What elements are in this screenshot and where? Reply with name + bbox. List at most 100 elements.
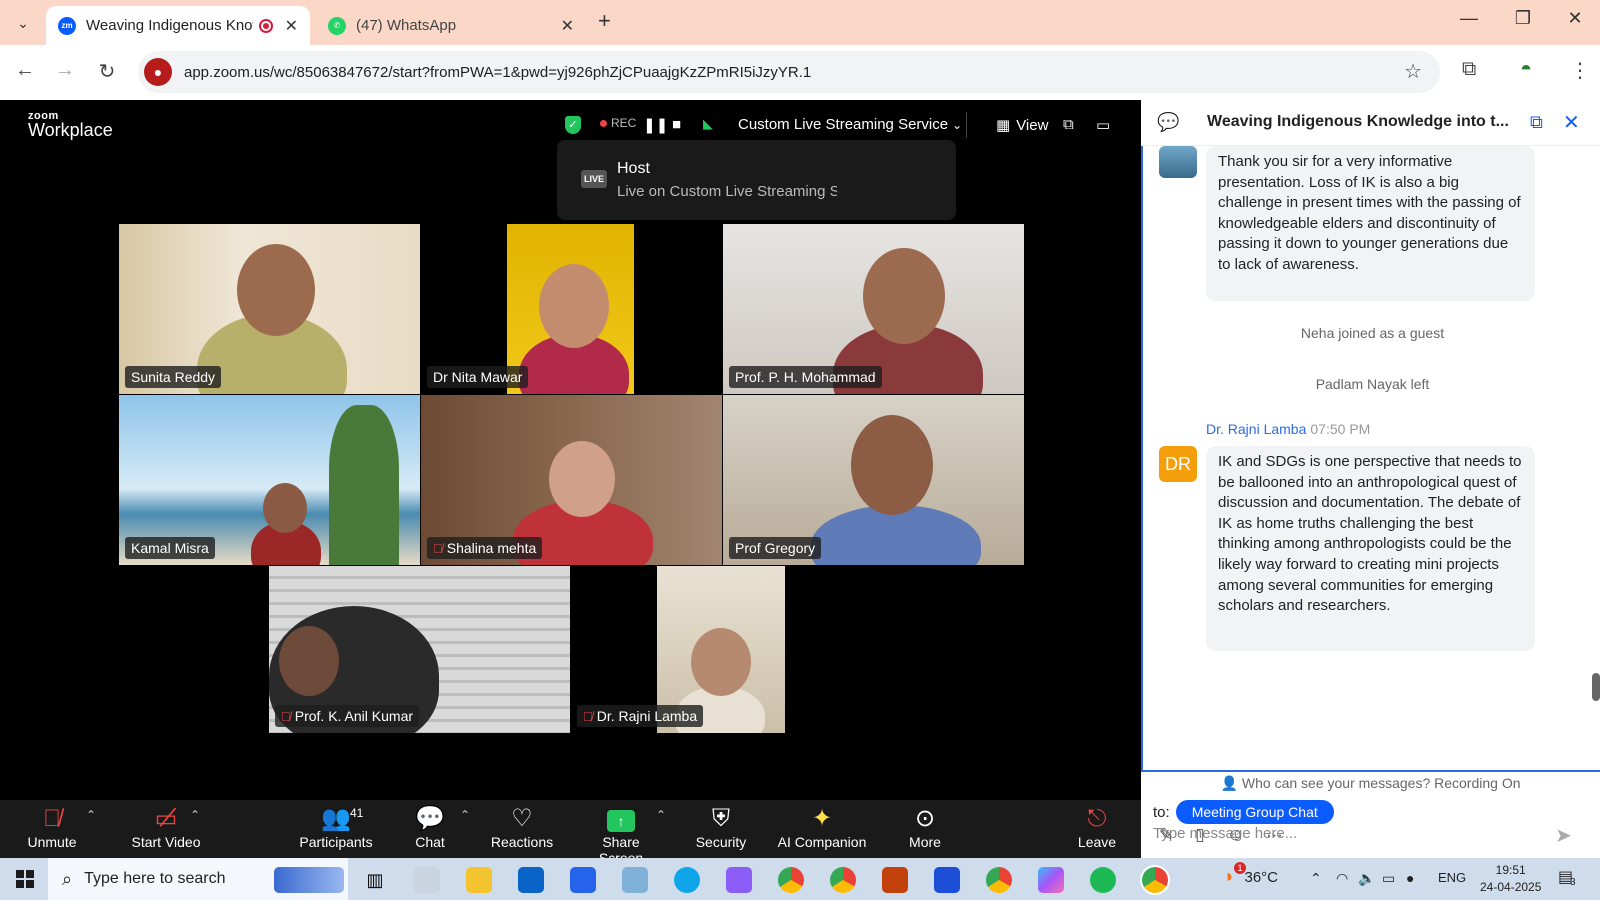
language-indicator[interactable]: ENG: [1438, 870, 1466, 885]
minimize-icon[interactable]: —: [1454, 8, 1484, 29]
participant-count-badge: 41: [350, 806, 364, 820]
extensions-puzzle-icon[interactable]: ⧉: [1462, 58, 1476, 81]
chrome-icon[interactable]: [830, 867, 856, 893]
muted-mic-icon: 🎙̸: [281, 708, 291, 724]
close-chat-icon[interactable]: ✕: [1563, 110, 1580, 135]
powerpoint-icon[interactable]: [882, 867, 908, 893]
chevron-down-icon: ⌄: [952, 117, 963, 132]
share-options-chevron-icon[interactable]: ⌃: [656, 808, 666, 822]
fullscreen-icon[interactable]: ▭: [1096, 116, 1110, 134]
app-icon[interactable]: [726, 867, 752, 893]
emoji-icon[interactable]: ☺: [1227, 825, 1244, 845]
app-icon[interactable]: [622, 867, 648, 893]
leave-button[interactable]: ⎋ Leave: [1076, 804, 1118, 850]
send-icon[interactable]: ➤: [1555, 823, 1572, 848]
edge-browser-icon[interactable]: [674, 867, 700, 893]
live-status-text: Live on Custom Live Streaming Se: [617, 183, 837, 200]
reactions-button[interactable]: ♡ Reactions: [490, 804, 554, 850]
wifi-icon[interactable]: ◠: [1336, 870, 1348, 887]
zoom-favicon-icon: zm: [58, 16, 76, 35]
stop-recording-icon[interactable]: ■: [672, 116, 681, 133]
tab-whatsapp[interactable]: ✆ (47) WhatsApp ✕: [316, 6, 586, 45]
omnibox[interactable]: ● app.zoom.us/wc/85063847672/start?fromP…: [138, 51, 1440, 93]
new-tab-plus-icon[interactable]: +: [598, 8, 611, 34]
video-tile-active-speaker[interactable]: Dr Nita Mawar: [421, 224, 722, 394]
profile-avatar-icon[interactable]: ◓: [1520, 58, 1532, 81]
paint-app-icon[interactable]: [414, 867, 440, 893]
notifications-icon[interactable]: ▤ 3: [1558, 867, 1576, 888]
close-tab-icon[interactable]: ✕: [285, 16, 298, 36]
weather-alert-badge: 1: [1234, 862, 1246, 874]
spotify-icon[interactable]: [1090, 867, 1116, 893]
video-tile[interactable]: Kamal Misra: [119, 395, 420, 565]
video-tile[interactable]: 🎙̸ Prof. K. Anil Kumar: [269, 566, 570, 733]
unmute-button[interactable]: 🎙̸ Unmute: [22, 804, 82, 850]
chat-button[interactable]: 💬 Chat: [408, 804, 452, 850]
encryption-shield-icon[interactable]: ✓: [565, 116, 581, 134]
outlook-icon[interactable]: [518, 867, 544, 893]
recipient-selector[interactable]: Meeting Group Chat: [1175, 800, 1334, 824]
word-icon[interactable]: [934, 867, 960, 893]
more-button[interactable]: ⊙ More: [904, 804, 946, 850]
chrome-icon[interactable]: [986, 867, 1012, 893]
microphone-tray-icon[interactable]: ●: [1406, 870, 1414, 886]
clock[interactable]: 19:51 24-04-2025: [1480, 862, 1541, 896]
windows-start-icon[interactable]: [16, 870, 34, 888]
picture-in-picture-icon[interactable]: ⧉: [1063, 116, 1074, 133]
reload-icon[interactable]: ↻: [94, 59, 120, 84]
video-tile[interactable]: 🎙̸ Shalina mehta: [421, 395, 722, 565]
browser-menu-icon[interactable]: ⋮: [1570, 58, 1590, 83]
live-host-label: Host: [617, 160, 650, 177]
pause-recording-icon[interactable]: ❚❚: [643, 116, 668, 134]
video-options-chevron-icon[interactable]: ⌃: [190, 808, 200, 822]
video-tile[interactable]: 🎙̸ Dr. Rajni Lamba: [571, 566, 785, 733]
window-close-icon[interactable]: ✕: [1560, 8, 1590, 29]
microphone-in-use-icon[interactable]: ●: [144, 58, 172, 86]
chat-icon: 💬: [1157, 112, 1180, 132]
more-options-icon[interactable]: ···: [1266, 825, 1283, 845]
message-visibility-note[interactable]: 👤 Who can see your messages? Recording On: [1141, 775, 1600, 792]
video-tile[interactable]: Prof. P. H. Mohammad: [723, 224, 1024, 394]
share-screen-button[interactable]: ↑ Share Screen: [580, 804, 662, 866]
ai-companion-button[interactable]: ✦ AI Companion: [776, 804, 868, 850]
system-message: Neha joined as a guest: [1300, 325, 1445, 341]
back-arrow-icon[interactable]: ←: [12, 59, 38, 82]
maximize-icon[interactable]: ❐: [1508, 8, 1538, 29]
store-icon[interactable]: [570, 867, 596, 893]
muted-mic-icon: 🎙̸: [43, 805, 61, 832]
task-view-icon[interactable]: ▥: [362, 867, 388, 893]
bookmark-star-icon[interactable]: ☆: [1404, 59, 1422, 84]
tab-zoom-meeting[interactable]: zm Weaving Indigenous Knowle ✕: [46, 6, 310, 45]
show-hidden-icons-chevron-icon[interactable]: ⌃: [1310, 870, 1322, 887]
participant-name: Prof. P. H. Mohammad: [729, 366, 882, 388]
more-dots-icon: ⊙: [914, 805, 936, 832]
format-text-icon[interactable]: ✎: [1159, 825, 1173, 845]
security-button[interactable]: ⛨ Security: [690, 804, 752, 850]
close-tab-icon[interactable]: ✕: [561, 16, 574, 36]
participant-name: Dr Nita Mawar: [427, 366, 529, 388]
chat-message-list[interactable]: Thank you sir for a very informative pre…: [1141, 146, 1600, 772]
video-tile[interactable]: Sunita Reddy: [119, 224, 420, 394]
copilot-icon[interactable]: [1038, 867, 1064, 893]
file-attach-icon[interactable]: ▯: [1195, 825, 1204, 845]
chrome-active-icon[interactable]: [1140, 865, 1170, 895]
volume-icon[interactable]: 🔈: [1358, 870, 1375, 887]
video-tile[interactable]: Prof Gregory: [723, 395, 1024, 565]
weather-widget[interactable]: ◗ 1 36°C: [1224, 862, 1278, 887]
file-explorer-icon[interactable]: [466, 867, 492, 893]
view-button[interactable]: ▦ View: [996, 116, 1048, 135]
chrome-icon[interactable]: [778, 867, 804, 893]
live-streaming-dropdown[interactable]: Custom Live Streaming Service ⌄: [738, 116, 962, 133]
search-highlight-icon[interactable]: [274, 867, 344, 893]
zoom-workplace-logo: zoom Workplace: [28, 110, 113, 140]
chat-options-chevron-icon[interactable]: ⌃: [460, 808, 470, 822]
battery-icon[interactable]: ▭: [1382, 870, 1395, 887]
audio-options-chevron-icon[interactable]: ⌃: [86, 808, 96, 822]
tab-search-chevron-icon[interactable]: ⌄: [8, 8, 38, 38]
chat-scrollbar[interactable]: [1592, 673, 1600, 701]
forward-arrow-icon[interactable]: →: [52, 59, 78, 82]
url-text: app.zoom.us/wc/85063847672/start?fromPWA…: [184, 63, 812, 81]
whatsapp-favicon-icon: ✆: [328, 16, 346, 35]
pop-out-icon[interactable]: ⧉: [1530, 112, 1543, 133]
participant-name: 🎙̸ Shalina mehta: [427, 537, 543, 559]
